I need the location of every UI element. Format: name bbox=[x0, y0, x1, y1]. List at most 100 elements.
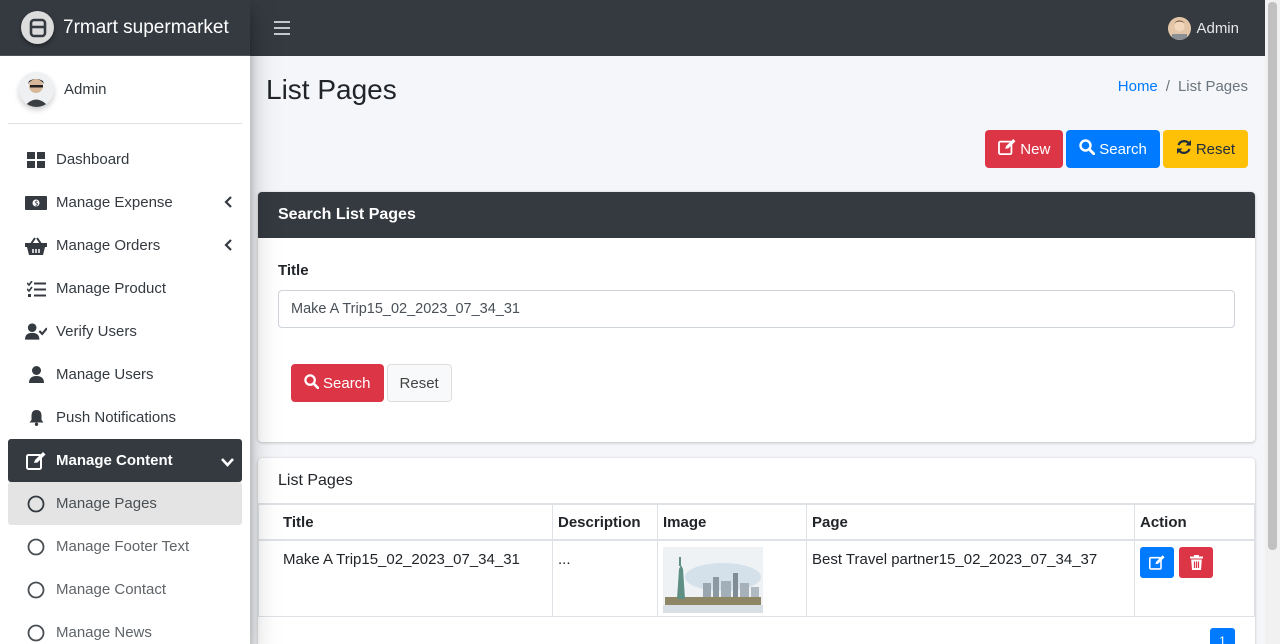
sync-icon bbox=[1176, 139, 1192, 159]
cell-description: ... bbox=[552, 539, 658, 617]
svg-text:$: $ bbox=[34, 199, 38, 207]
brand-link[interactable]: 7rmart supermarket bbox=[0, 0, 250, 56]
chevron-left-icon bbox=[224, 195, 232, 212]
cell-image bbox=[657, 539, 807, 617]
sidebar-item-verify-users[interactable]: Verify Users bbox=[8, 310, 242, 353]
circle-icon bbox=[25, 579, 47, 601]
list-card-title: List Pages bbox=[258, 458, 1255, 504]
sidebar-item-manage-footer-text[interactable]: Manage Footer Text bbox=[8, 525, 242, 568]
tasks-icon bbox=[25, 278, 47, 300]
column-header-page: Page bbox=[806, 504, 1135, 541]
sidebar-item-label: Manage Orders bbox=[56, 237, 161, 254]
sidebar: 7rmart supermarket Admin Dashboard $ Man… bbox=[0, 0, 250, 644]
circle-icon bbox=[25, 622, 47, 644]
sidebar-item-manage-expense[interactable]: $ Manage Expense bbox=[8, 181, 242, 224]
sidebar-item-label: Manage Content bbox=[56, 452, 173, 469]
edit-icon bbox=[25, 450, 47, 472]
edit-row-button[interactable] bbox=[1140, 546, 1174, 578]
brand-name: 7rmart supermarket bbox=[63, 16, 229, 38]
sidebar-item-label: Manage Footer Text bbox=[56, 538, 190, 555]
delete-row-button[interactable] bbox=[1179, 546, 1214, 578]
circle-icon bbox=[25, 536, 47, 558]
breadcrumb-separator: / bbox=[1165, 78, 1170, 95]
edit-icon bbox=[998, 139, 1016, 159]
sidebar-user-name: Admin bbox=[64, 81, 107, 98]
scrollbar-thumb[interactable] bbox=[1268, 2, 1277, 550]
search-submit-button[interactable]: Search bbox=[291, 364, 384, 402]
chevron-down-icon bbox=[221, 454, 234, 471]
sidebar-item-label: Verify Users bbox=[56, 323, 137, 340]
sidebar-item-label: Manage Users bbox=[56, 366, 154, 383]
breadcrumb-current: List Pages bbox=[1177, 78, 1248, 95]
sidebar-item-dashboard[interactable]: Dashboard bbox=[8, 138, 242, 181]
sidebar-item-manage-pages[interactable]: Manage Pages bbox=[8, 482, 242, 525]
table-header-row: Title Description Image Page Action bbox=[258, 504, 1255, 541]
edit-icon bbox=[1149, 554, 1165, 570]
new-button-label: New bbox=[1020, 140, 1051, 158]
reset-button[interactable]: Reset bbox=[1162, 130, 1248, 168]
cell-title: Make A Trip15_02_2023_07_34_31 bbox=[258, 539, 553, 617]
search-card-title: Search List Pages bbox=[258, 192, 1255, 238]
bell-icon bbox=[25, 407, 47, 429]
money-icon: $ bbox=[25, 192, 47, 214]
search-form-actions: Search Reset bbox=[291, 364, 452, 402]
search-icon bbox=[304, 373, 320, 393]
user-check-icon bbox=[25, 321, 47, 343]
sidebar-item-manage-product[interactable]: Manage Product bbox=[8, 267, 242, 310]
table-row: Make A Trip15_02_2023_07_34_31 ... Best … bbox=[258, 539, 1255, 617]
pagination-page-1[interactable]: 1 bbox=[1210, 628, 1235, 644]
reset-button-label: Reset bbox=[1195, 140, 1235, 158]
page-scrollbar[interactable] bbox=[1265, 0, 1280, 644]
cell-page: Best Travel partner15_02_2023_07_34_37 bbox=[806, 539, 1135, 617]
sidebar-item-label: Push Notifications bbox=[56, 409, 177, 426]
sidebar-item-label: Manage Expense bbox=[56, 194, 173, 211]
pages-table: Title Description Image Page Action Make… bbox=[258, 504, 1255, 617]
chevron-left-icon bbox=[224, 238, 232, 255]
title-search-input[interactable] bbox=[278, 290, 1235, 328]
sidebar-item-label: Manage Contact bbox=[56, 581, 167, 598]
breadcrumb-home-link[interactable]: Home bbox=[1118, 78, 1158, 95]
search-submit-label: Search bbox=[323, 374, 371, 392]
top-user-name: Admin bbox=[1196, 20, 1239, 37]
dashboard-icon bbox=[25, 149, 47, 171]
search-card: Search List Pages Title Search Reset bbox=[258, 192, 1255, 442]
sidebar-item-manage-orders[interactable]: Manage Orders bbox=[8, 224, 242, 267]
sidebar-nav: Dashboard $ Manage Expense Manage Orders… bbox=[0, 124, 250, 644]
top-user-menu[interactable]: Admin bbox=[1168, 17, 1239, 40]
brand-logo-icon bbox=[21, 11, 54, 44]
sidebar-item-label: Manage Product bbox=[56, 280, 167, 297]
column-header-image: Image bbox=[657, 504, 807, 541]
title-field-label: Title bbox=[278, 262, 309, 279]
top-navbar: Admin bbox=[250, 0, 1265, 56]
sidebar-item-manage-contact[interactable]: Manage Contact bbox=[8, 568, 242, 611]
sidebar-user-panel[interactable]: Admin bbox=[8, 56, 242, 124]
column-header-title: Title bbox=[258, 504, 553, 541]
avatar bbox=[19, 72, 54, 107]
sidebar-item-manage-news[interactable]: Manage News bbox=[8, 611, 242, 644]
sidebar-item-manage-content[interactable]: Manage Content bbox=[8, 439, 242, 482]
search-icon bbox=[1079, 139, 1096, 159]
avatar bbox=[1168, 17, 1192, 40]
cell-action bbox=[1134, 539, 1255, 617]
sidebar-item-label: Manage Pages bbox=[56, 495, 157, 512]
search-button[interactable]: Search bbox=[1066, 130, 1160, 168]
breadcrumb: Home / List Pages bbox=[1118, 78, 1248, 95]
sidebar-item-push-notifications[interactable]: Push Notifications bbox=[8, 396, 242, 439]
search-reset-button[interactable]: Reset bbox=[386, 364, 452, 402]
basket-icon bbox=[25, 235, 47, 257]
user-icon bbox=[25, 364, 47, 386]
search-reset-label: Reset bbox=[399, 374, 439, 392]
page-actions: New Search Reset bbox=[985, 130, 1248, 168]
page-thumbnail-image bbox=[663, 546, 763, 613]
page-title: List Pages bbox=[266, 74, 397, 105]
sidebar-item-manage-users[interactable]: Manage Users bbox=[8, 353, 242, 396]
menu-toggle-icon[interactable] bbox=[274, 21, 290, 35]
search-button-label: Search bbox=[1099, 140, 1147, 158]
column-header-description: Description bbox=[552, 504, 658, 541]
new-button[interactable]: New bbox=[985, 130, 1064, 168]
trash-icon bbox=[1189, 554, 1203, 570]
sidebar-item-label: Dashboard bbox=[56, 151, 130, 168]
list-card: List Pages Title Description Image Page … bbox=[258, 458, 1255, 644]
sidebar-item-label: Manage News bbox=[56, 624, 152, 641]
column-header-action: Action bbox=[1134, 504, 1255, 541]
